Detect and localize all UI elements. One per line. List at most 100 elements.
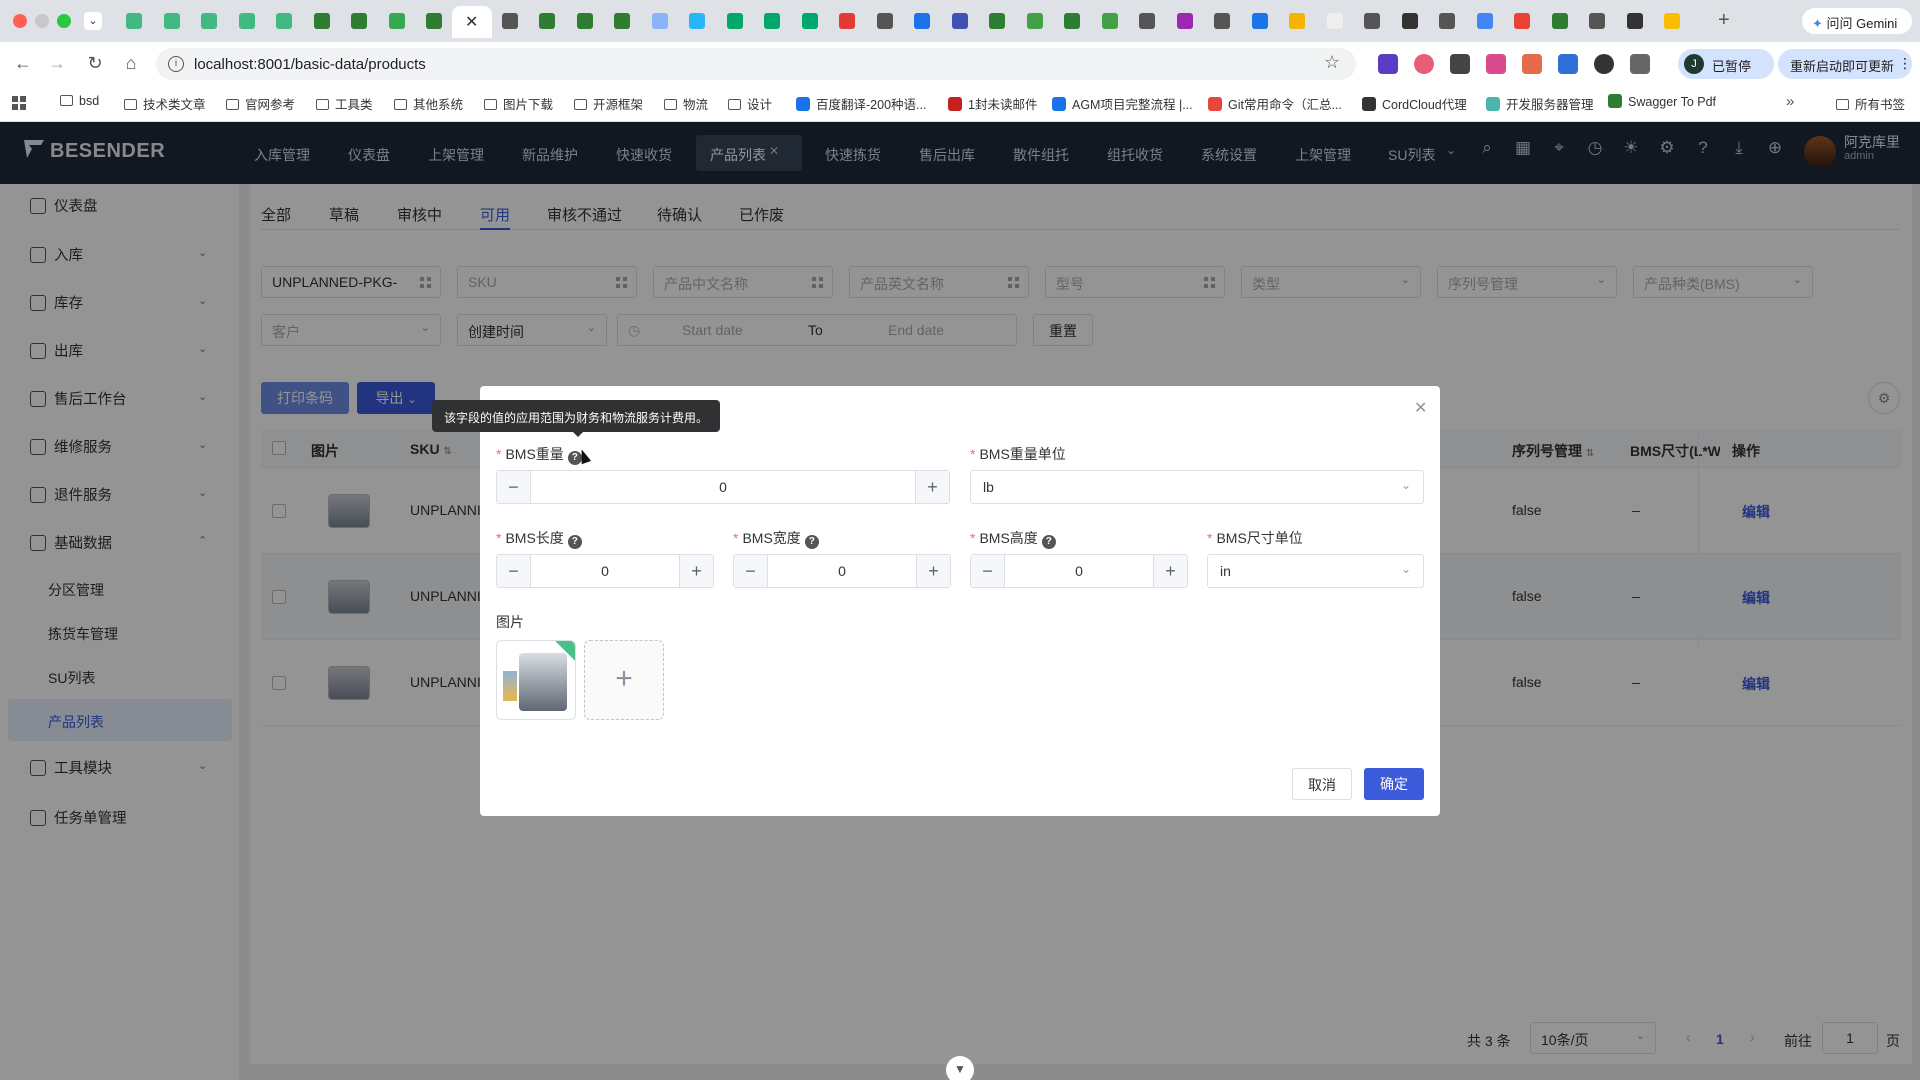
browser-tab-favicon[interactable] (1101, 13, 1118, 29)
close-window-icon[interactable] (13, 14, 27, 28)
forward-icon[interactable]: → (46, 52, 68, 74)
bookmark-item[interactable]: bsd (60, 94, 99, 108)
extension-icon[interactable] (1378, 54, 1398, 74)
browser-tab-favicon[interactable] (1439, 13, 1455, 29)
decrement-icon[interactable]: − (497, 471, 531, 503)
more-icon[interactable]: ⋮ (1898, 55, 1912, 72)
bookmark-item[interactable]: 1封未读邮件 (948, 94, 1037, 113)
help-icon[interactable]: ? (804, 535, 819, 549)
browser-tab-favicon[interactable] (426, 13, 442, 29)
height-input[interactable]: −0 + (970, 554, 1188, 588)
cancel-button[interactable]: 取消 (1292, 768, 1352, 800)
browser-tab-favicon[interactable] (1626, 13, 1643, 29)
product-image[interactable] (496, 640, 576, 720)
browser-tab-favicon[interactable] (764, 13, 780, 29)
size-unit-select[interactable]: in ⌄ (1207, 554, 1424, 588)
maximize-window-icon[interactable] (57, 14, 71, 28)
browser-tab-favicon[interactable] (914, 13, 930, 29)
site-info-icon[interactable]: i (168, 56, 184, 72)
increment-icon[interactable]: + (1153, 555, 1187, 587)
profile-paused-button[interactable]: J 已暂停 (1678, 49, 1774, 79)
active-browser-tab[interactable]: ✕ (452, 6, 492, 38)
browser-tab-favicon[interactable] (238, 13, 255, 29)
upload-image-button[interactable]: + (584, 640, 664, 720)
browser-tab-favicon[interactable] (1326, 13, 1343, 29)
browser-tab-favicon[interactable] (1476, 13, 1493, 29)
help-icon[interactable]: ? (567, 535, 582, 549)
browser-tab-favicon[interactable] (1026, 13, 1043, 29)
bookmark-item[interactable]: 技术类文章 (124, 94, 206, 113)
extension-icon[interactable] (1450, 54, 1470, 74)
confirm-button[interactable]: 确定 (1364, 768, 1424, 800)
more-bookmarks-icon[interactable]: » (1786, 93, 1794, 110)
browser-tab-favicon[interactable] (951, 13, 968, 29)
browser-tab-favicon[interactable] (1251, 13, 1268, 29)
browser-tab-favicon[interactable] (576, 13, 593, 29)
browser-tab-favicon[interactable] (1401, 13, 1418, 29)
browser-tab-favicon[interactable] (726, 13, 743, 29)
decrement-icon[interactable]: − (734, 555, 768, 587)
minimize-window-icon[interactable] (35, 14, 49, 28)
browser-tab-favicon[interactable] (539, 13, 555, 29)
browser-tab-favicon[interactable] (1289, 13, 1305, 29)
browser-tab-favicon[interactable] (388, 13, 405, 29)
back-icon[interactable]: ← (12, 52, 34, 74)
gemini-button[interactable]: ✦ 问问 Gemini (1802, 8, 1912, 34)
all-bookmarks[interactable]: 所有书签 (1836, 94, 1905, 113)
extension-icon[interactable] (1558, 54, 1578, 74)
restart-update-button[interactable]: 重新启动即可更新 ⋮ (1778, 49, 1912, 79)
browser-tab-favicon[interactable] (1551, 13, 1568, 29)
width-value[interactable]: 0 (768, 563, 916, 579)
close-icon[interactable]: ✕ (1414, 398, 1427, 418)
address-bar[interactable]: i localhost:8001/basic-data/products ☆ (156, 48, 1356, 80)
tab-search-icon[interactable]: ⌄ (84, 12, 102, 30)
browser-tab-favicon[interactable] (614, 13, 630, 29)
browser-tab-favicon[interactable] (201, 13, 217, 29)
bookmark-item[interactable]: Swagger To Pdf (1608, 94, 1716, 109)
close-tab-icon[interactable]: ✕ (465, 12, 478, 32)
bookmark-star-icon[interactable]: ☆ (1324, 52, 1340, 73)
home-icon[interactable]: ⌂ (120, 52, 142, 74)
bookmark-item[interactable]: AGM项目完整流程 |... (1052, 94, 1193, 113)
browser-tab-favicon[interactable] (163, 13, 180, 29)
bookmark-item[interactable]: 物流 (664, 94, 708, 113)
browser-tab-favicon[interactable] (651, 13, 668, 29)
browser-tab-favicon[interactable] (1214, 13, 1230, 29)
decrement-icon[interactable]: − (971, 555, 1005, 587)
browser-tab-favicon[interactable] (126, 13, 142, 29)
bookmark-item[interactable]: 百度翻译-200种语... (796, 94, 926, 113)
decrement-icon[interactable]: − (497, 555, 531, 587)
browser-tab-favicon[interactable] (1664, 13, 1680, 29)
bookmark-item[interactable]: 开源框架 (574, 94, 643, 113)
browser-tab-favicon[interactable] (351, 13, 367, 29)
increment-icon[interactable]: + (916, 555, 950, 587)
bookmark-item[interactable]: Git常用命令（汇总... (1208, 94, 1342, 113)
length-value[interactable]: 0 (531, 563, 679, 579)
extension-icon[interactable] (1414, 54, 1434, 74)
browser-tab-favicon[interactable] (313, 13, 330, 29)
browser-tab-favicon[interactable] (689, 13, 705, 29)
browser-tab-favicon[interactable] (876, 13, 893, 29)
browser-tab-favicon[interactable] (989, 13, 1005, 29)
browser-tab-favicon[interactable] (276, 13, 292, 29)
reload-icon[interactable]: ↻ (84, 52, 106, 74)
weight-unit-select[interactable]: lb ⌄ (970, 470, 1424, 504)
bookmark-item[interactable]: 官网参考 (226, 94, 295, 113)
browser-tab-favicon[interactable] (1514, 13, 1530, 29)
browser-tab-favicon[interactable] (1176, 13, 1193, 29)
width-input[interactable]: −0 + (733, 554, 951, 588)
apps-icon[interactable] (12, 96, 26, 110)
extension-icon[interactable] (1594, 54, 1614, 74)
browser-tab-favicon[interactable] (1139, 13, 1155, 29)
new-tab-icon[interactable]: + (1718, 9, 1730, 32)
length-input[interactable]: −0 + (496, 554, 714, 588)
bookmark-item[interactable]: 设计 (728, 94, 772, 113)
weight-input[interactable]: −0 + (496, 470, 950, 504)
bookmark-item[interactable]: 工具类 (316, 94, 373, 113)
browser-tab-favicon[interactable] (801, 13, 818, 29)
bookmark-item[interactable]: 图片下载 (484, 94, 553, 113)
height-value[interactable]: 0 (1005, 563, 1153, 579)
puzzle-icon[interactable] (1630, 54, 1650, 74)
extension-icon[interactable] (1522, 54, 1542, 74)
increment-icon[interactable]: + (679, 555, 713, 587)
